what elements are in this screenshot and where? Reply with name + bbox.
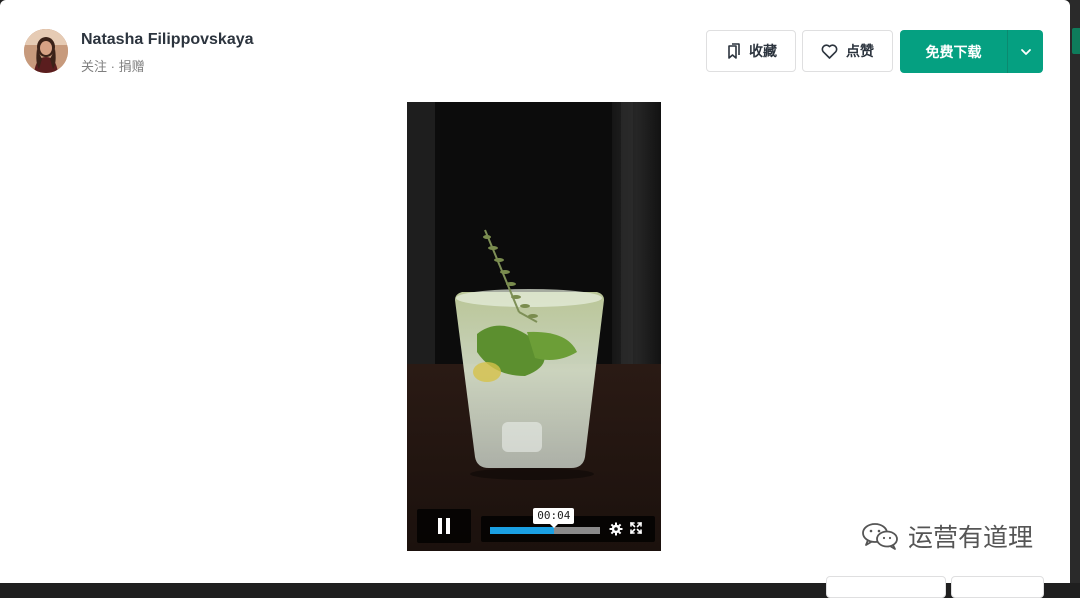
heart-icon (821, 43, 838, 59)
follow-link[interactable]: 关注 (81, 59, 107, 74)
video-frame (407, 102, 661, 551)
progress-fill (490, 527, 554, 534)
free-download-button[interactable]: 免费下载 (900, 30, 1007, 73)
collect-label: 收藏 (749, 43, 777, 59)
download-button-group: 免费下载 (900, 30, 1043, 73)
like-label: 点赞 (846, 43, 874, 59)
fullscreen-icon[interactable] (630, 522, 642, 534)
pause-button[interactable] (417, 509, 471, 543)
media-detail-modal: Natasha Filippovskaya 关注 · 捐赠 收藏 点赞 免费下载 (0, 0, 1070, 598)
pause-icon (438, 518, 450, 534)
watermark: 运营有道理 (860, 518, 1033, 554)
author-actions: 关注 · 捐赠 (81, 56, 145, 75)
download-options-button[interactable] (1008, 30, 1043, 73)
bookmark-icon (728, 42, 740, 59)
avatar-photo (24, 29, 68, 73)
background-tab-edge (1072, 28, 1080, 54)
action-separator: · (107, 59, 119, 74)
wechat-icon (862, 523, 898, 550)
author-avatar[interactable] (24, 29, 68, 73)
progress-track[interactable] (490, 527, 600, 534)
time-tooltip: 00:04 (533, 508, 575, 528)
player-controls: 00:04 (417, 507, 655, 543)
chevron-down-icon (1020, 48, 1031, 55)
like-button[interactable]: 点赞 (802, 30, 893, 72)
collect-button[interactable]: 收藏 (706, 30, 796, 72)
gear-icon[interactable] (609, 522, 623, 536)
background-page-edge (1070, 0, 1080, 583)
bottom-button-partial[interactable] (951, 576, 1044, 598)
video-player[interactable]: 00:04 (407, 102, 661, 551)
watermark-text: 运营有道理 (908, 524, 1034, 552)
control-bar: 00:04 (481, 508, 655, 542)
donate-link[interactable]: 捐赠 (119, 59, 145, 74)
author-name[interactable]: Natasha Filippovskaya (81, 31, 254, 49)
bottom-button-partial[interactable] (826, 576, 946, 598)
